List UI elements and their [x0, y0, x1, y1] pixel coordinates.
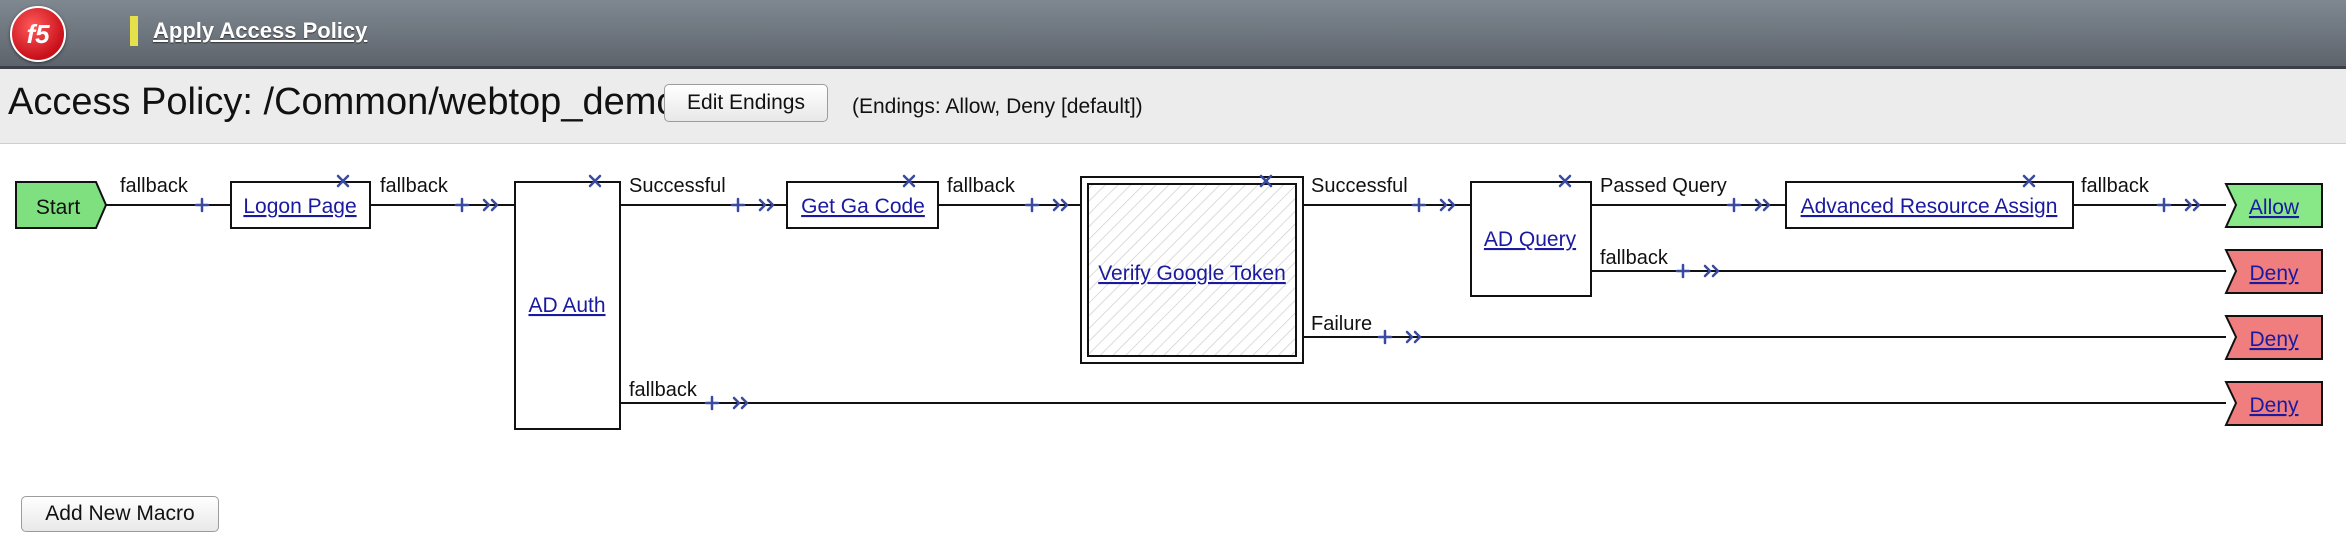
policy-flow-diagram: Start Logon Page AD Auth Get Ga Code Ver… — [15, 174, 2323, 430]
plus-icon[interactable] — [454, 197, 470, 213]
edit-endings-button[interactable]: Edit Endings — [664, 84, 828, 122]
plus-icon[interactable] — [1726, 197, 1742, 213]
deny-ending-link[interactable]: Deny — [2249, 262, 2299, 285]
advanced-resource-assign-node: Advanced Resource Assign — [1785, 181, 2074, 229]
ad-auth-node: AD Auth — [514, 181, 621, 430]
branch-label: Successful — [629, 175, 726, 197]
branch-label: Successful — [1311, 175, 1408, 197]
add-new-macro-button[interactable]: Add New Macro — [21, 496, 219, 532]
title-bar: Access Policy: /Common/webtop_demo Edit … — [0, 69, 2346, 144]
apply-access-policy-link[interactable]: Apply Access Policy — [153, 18, 367, 44]
branch-label: fallback — [120, 175, 189, 197]
branch-label: fallback — [629, 379, 698, 401]
deny-ending-link[interactable]: Deny — [2249, 394, 2299, 417]
ending-deny-3: Deny — [2224, 381, 2323, 426]
plus-icon[interactable] — [1024, 197, 1040, 213]
verify-google-token-link[interactable]: Verify Google Token — [1098, 262, 1286, 285]
endings-summary: (Endings: Allow, Deny [default]) — [852, 95, 1143, 118]
f5-logo: f5 — [10, 6, 66, 62]
top-header-bar: f5 Apply Access Policy — [0, 0, 2346, 69]
branch-label: fallback — [947, 175, 1016, 197]
ending-deny-2: Deny — [2224, 315, 2323, 360]
plus-icon[interactable] — [730, 197, 746, 213]
branch-label: Passed Query — [1600, 175, 1727, 197]
ad-query-node: AD Query — [1470, 181, 1592, 297]
ending-deny-1: Deny — [2224, 249, 2323, 294]
branch-label: fallback — [2081, 175, 2150, 197]
branch-label: fallback — [380, 175, 449, 197]
plus-icon[interactable] — [194, 197, 210, 213]
allow-ending-link[interactable]: Allow — [2249, 196, 2300, 219]
plus-icon[interactable] — [704, 395, 720, 411]
ad-auth-link[interactable]: AD Auth — [528, 294, 605, 317]
apply-indicator-icon — [130, 16, 138, 46]
page-title: Access Policy: /Common/webtop_demo — [8, 81, 678, 123]
plus-icon[interactable] — [1377, 329, 1393, 345]
start-node: Start — [15, 181, 108, 229]
plus-icon[interactable] — [1411, 197, 1427, 213]
deny-ending-link[interactable]: Deny — [2249, 328, 2299, 351]
start-label: Start — [36, 196, 81, 219]
ending-allow: Allow — [2224, 183, 2323, 228]
plus-icon[interactable] — [1675, 263, 1691, 279]
get-ga-code-link[interactable]: Get Ga Code — [801, 195, 925, 218]
logon-page-node: Logon Page — [230, 181, 371, 229]
plus-icon[interactable] — [2156, 197, 2172, 213]
logo-text: f5 — [26, 18, 50, 49]
advanced-resource-assign-link[interactable]: Advanced Resource Assign — [1801, 195, 2058, 218]
ad-query-link[interactable]: AD Query — [1484, 228, 1577, 251]
branch-label: Failure — [1311, 313, 1372, 335]
logon-page-link[interactable]: Logon Page — [243, 195, 356, 218]
branch-label: fallback — [1600, 247, 1669, 269]
verify-google-token-node: Verify Google Token — [1080, 176, 1304, 364]
get-ga-code-node: Get Ga Code — [786, 181, 939, 229]
